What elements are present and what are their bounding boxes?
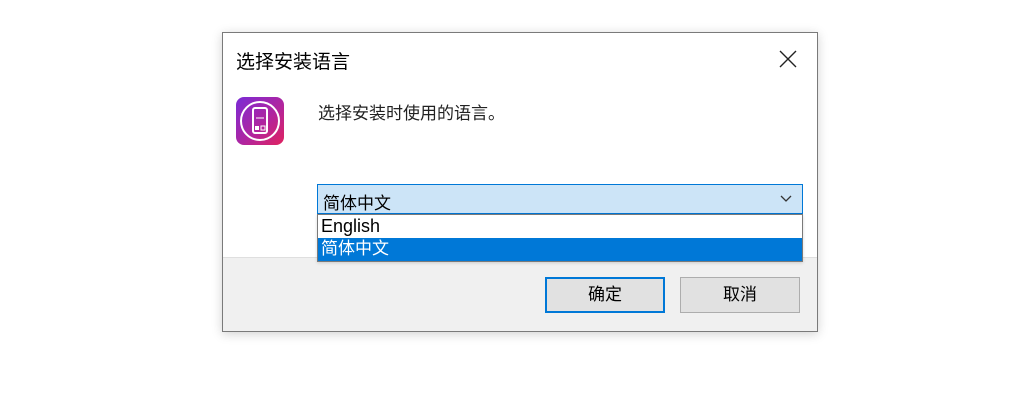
cancel-button[interactable]: 取消 <box>680 277 800 313</box>
language-select[interactable]: 简体中文 <box>317 184 803 214</box>
close-button[interactable] <box>759 33 817 87</box>
app-icon <box>236 97 284 145</box>
prompt-text: 选择安装时使用的语言。 <box>318 104 505 124</box>
title-bar: 选择安装语言 <box>223 33 817 87</box>
language-dropdown-list: English 简体中文 <box>317 214 803 262</box>
chevron-down-icon <box>780 195 792 202</box>
close-icon <box>779 50 797 68</box>
ok-button[interactable]: 确定 <box>545 277 665 313</box>
dialog-title: 选择安装语言 <box>236 51 351 73</box>
language-select-value: 简体中文 <box>323 194 391 214</box>
language-option-english[interactable]: English <box>318 215 802 238</box>
button-bar: 确定 取消 <box>223 257 817 331</box>
language-option-chinese[interactable]: 简体中文 <box>318 238 802 261</box>
language-dialog: 选择安装语言 选择安装时使用的语言。 简体中文 English 简体中文 确定 … <box>222 32 818 332</box>
